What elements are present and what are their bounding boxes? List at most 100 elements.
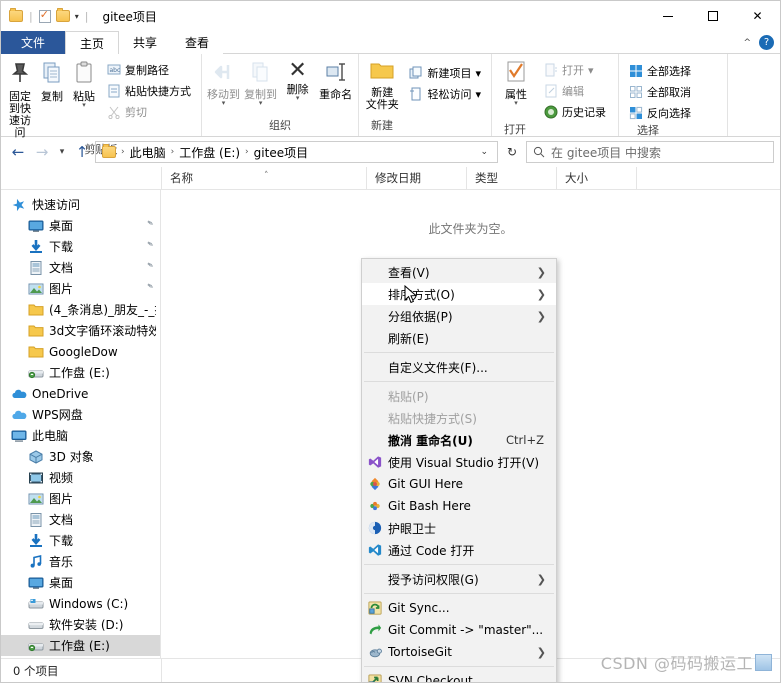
context-menu-item[interactable]: 排序方式(O) ❯ — [362, 283, 556, 305]
sidebar-item[interactable]: 3d文字循环滚动特效 — [1, 320, 160, 341]
sidebar-item[interactable]: 工作盘 (E:) — [1, 362, 160, 383]
pin-icon[interactable]: ✒ — [144, 281, 156, 294]
sidebar-item[interactable]: 3D 对象 — [1, 446, 160, 467]
context-menu-item[interactable]: TortoiseGit ❯ — [362, 641, 556, 663]
paste-button[interactable]: 粘贴 ▾ — [69, 58, 99, 110]
context-menu-item[interactable]: 使用 Visual Studio 打开(V) — [362, 451, 556, 473]
refresh-button[interactable]: ↻ — [500, 140, 524, 164]
help-icon[interactable]: ? — [759, 35, 774, 50]
context-menu-item[interactable]: 自定义文件夹(F)... — [362, 356, 556, 378]
sidebar-item[interactable]: 图片 ✒ — [1, 278, 160, 299]
paste-dropdown-icon[interactable]: ▾ — [82, 102, 86, 109]
sidebar-item[interactable]: 视频 — [1, 467, 160, 488]
sidebar-item[interactable]: 下载 — [1, 530, 160, 551]
tab-home[interactable]: 主页 — [65, 31, 120, 54]
select-all-button[interactable]: 全部选择 — [626, 62, 694, 80]
pin-icon[interactable]: ✒ — [144, 260, 156, 273]
open-button[interactable]: 打开 ▾ — [541, 61, 609, 79]
rename-button[interactable]: 重命名 — [317, 58, 354, 103]
breadcrumb-gitee[interactable]: gitee项目 — [254, 144, 308, 161]
sidebar-item-label: 下载 — [49, 240, 74, 254]
copy-to-button[interactable]: 复制到 ▾ — [243, 58, 278, 108]
vertical-scrollbar[interactable] — [777, 190, 780, 667]
tab-share[interactable]: 共享 — [119, 31, 171, 54]
tab-view[interactable]: 查看 — [171, 31, 223, 54]
column-header-date[interactable]: 修改日期 — [366, 167, 466, 189]
new-item-dropdown-icon[interactable]: ▾ — [475, 67, 481, 80]
sidebar-item[interactable]: 下载 ✒ — [1, 236, 160, 257]
context-menu[interactable]: 查看(V) ❯ 排序方式(O) ❯ 分组依据(P) ❯ 刷新(E) 自定义文件夹(F)... 粘… — [361, 258, 557, 683]
sidebar-item[interactable]: 桌面 ✒ — [1, 215, 160, 236]
properties-button[interactable]: 属性 ▾ — [496, 58, 536, 108]
open-dropdown-icon[interactable]: ▾ — [588, 64, 594, 77]
sidebar-item[interactable]: (4_条消息)_朋友_-_搜索结果_ — [1, 299, 160, 320]
new-item-button[interactable]: 新建项目 ▾ — [406, 64, 484, 82]
sidebar-item[interactable]: 文档 ✒ — [1, 257, 160, 278]
sidebar-item[interactable]: 图片 — [1, 488, 160, 509]
copy-to-dropdown-icon[interactable]: ▾ — [259, 100, 263, 107]
sidebar-item[interactable]: 软件安装 (D:) — [1, 614, 160, 635]
pin-icon[interactable]: ✒ — [144, 239, 156, 252]
context-menu-item[interactable]: Git GUI Here — [362, 473, 556, 495]
tortoise-git-icon — [362, 645, 388, 659]
new-folder-button[interactable]: 新建 文件夹 — [363, 58, 401, 113]
sidebar-item[interactable]: OneDrive — [1, 383, 160, 404]
select-none-button[interactable]: 全部取消 — [626, 83, 694, 101]
context-menu-item[interactable]: Git Sync... — [362, 597, 556, 619]
sidebar-item[interactable]: 此电脑 — [1, 425, 160, 446]
context-menu-item[interactable]: Git Commit -> "master"... — [362, 619, 556, 641]
invert-selection-button[interactable]: 反向选择 — [626, 104, 694, 122]
context-menu-item[interactable]: 分组依据(P) ❯ — [362, 305, 556, 327]
ribbon-group-select-title: 选择 — [637, 124, 659, 137]
edit-button[interactable]: 编辑 — [541, 82, 609, 100]
chevron-down-icon[interactable]: ⌄ — [475, 147, 493, 157]
delete-button[interactable]: ✕ 删除 ▾ — [280, 58, 315, 103]
context-menu-item[interactable]: 授予访问权限(G) ❯ — [362, 568, 556, 590]
sidebar-item[interactable]: 文档 — [1, 509, 160, 530]
context-menu-item[interactable]: 撤消 重命名(U) Ctrl+Z — [362, 429, 556, 451]
tab-file[interactable]: 文件 — [1, 31, 66, 54]
context-menu-item[interactable]: 刷新(E) — [362, 327, 556, 349]
sidebar-item[interactable]: 桌面 — [1, 572, 160, 593]
copy-path-button[interactable]: abc 复制路径 — [104, 61, 194, 79]
pin-to-quick-access-button[interactable]: 固定到快 速访问 — [5, 58, 35, 141]
close-button[interactable]: ✕ — [735, 1, 780, 31]
properties-icon[interactable] — [38, 8, 51, 23]
sidebar-item[interactable]: 工作盘 (E:) — [1, 635, 160, 656]
context-menu-item-label: SVN Checkout... — [388, 674, 485, 683]
sidebar-item[interactable]: GoogleDow — [1, 341, 160, 362]
sidebar-item[interactable]: 快速访问 — [1, 194, 160, 215]
context-menu-item[interactable]: 查看(V) ❯ — [362, 261, 556, 283]
move-to-dropdown-icon[interactable]: ▾ — [222, 100, 226, 107]
context-menu-item[interactable]: 通过 Code 打开 — [362, 539, 556, 561]
chevron-down-icon[interactable]: ▾ — [75, 12, 79, 21]
context-menu-item[interactable]: Git Bash Here — [362, 495, 556, 517]
maximize-button[interactable] — [690, 1, 735, 31]
paste-shortcut-button[interactable]: 粘贴快捷方式 — [104, 82, 194, 100]
history-button[interactable]: 历史记录 — [541, 103, 609, 121]
pin-icon[interactable]: ✒ — [144, 218, 156, 231]
minimize-button[interactable] — [645, 1, 690, 31]
breadcrumb-separator[interactable]: › — [245, 147, 249, 157]
copy-button[interactable]: 复制 — [37, 58, 67, 105]
context-menu-item[interactable]: SVN Checkout... — [362, 670, 556, 683]
column-header-type[interactable]: 类型 — [466, 167, 556, 189]
move-to-button[interactable]: 移动到 ▾ — [206, 58, 241, 108]
easy-access-dropdown-icon[interactable]: ▾ — [475, 88, 481, 101]
sidebar-item[interactable]: Windows (C:) — [1, 593, 160, 614]
cut-button[interactable]: 剪切 — [104, 103, 194, 121]
column-header-extra[interactable] — [636, 167, 706, 189]
new-folder-icon[interactable] — [55, 8, 70, 22]
delete-dropdown-icon[interactable]: ▾ — [296, 95, 300, 102]
search-box[interactable]: 在 gitee项目 中搜索 — [526, 141, 774, 163]
sidebar-item[interactable]: WPS网盘 — [1, 404, 160, 425]
easy-access-button[interactable]: 轻松访问 ▾ — [406, 85, 484, 103]
collapse-ribbon-icon[interactable]: ^ — [743, 38, 751, 48]
context-menu-item[interactable]: 护眼卫士 — [362, 517, 556, 539]
properties-dropdown-icon[interactable]: ▾ — [514, 100, 518, 107]
column-header-name[interactable]: 名称 ˄ — [161, 167, 366, 189]
navigation-pane[interactable]: 快速访问桌面 ✒ 下载 ✒ 文档 ✒ 图片 ✒ (4_条消息)_朋友_-_搜索结果_ 3d文字循环… — [1, 190, 161, 667]
folder-icon[interactable] — [9, 8, 23, 22]
sidebar-item[interactable]: 音乐 — [1, 551, 160, 572]
column-header-size[interactable]: 大小 — [556, 167, 636, 189]
